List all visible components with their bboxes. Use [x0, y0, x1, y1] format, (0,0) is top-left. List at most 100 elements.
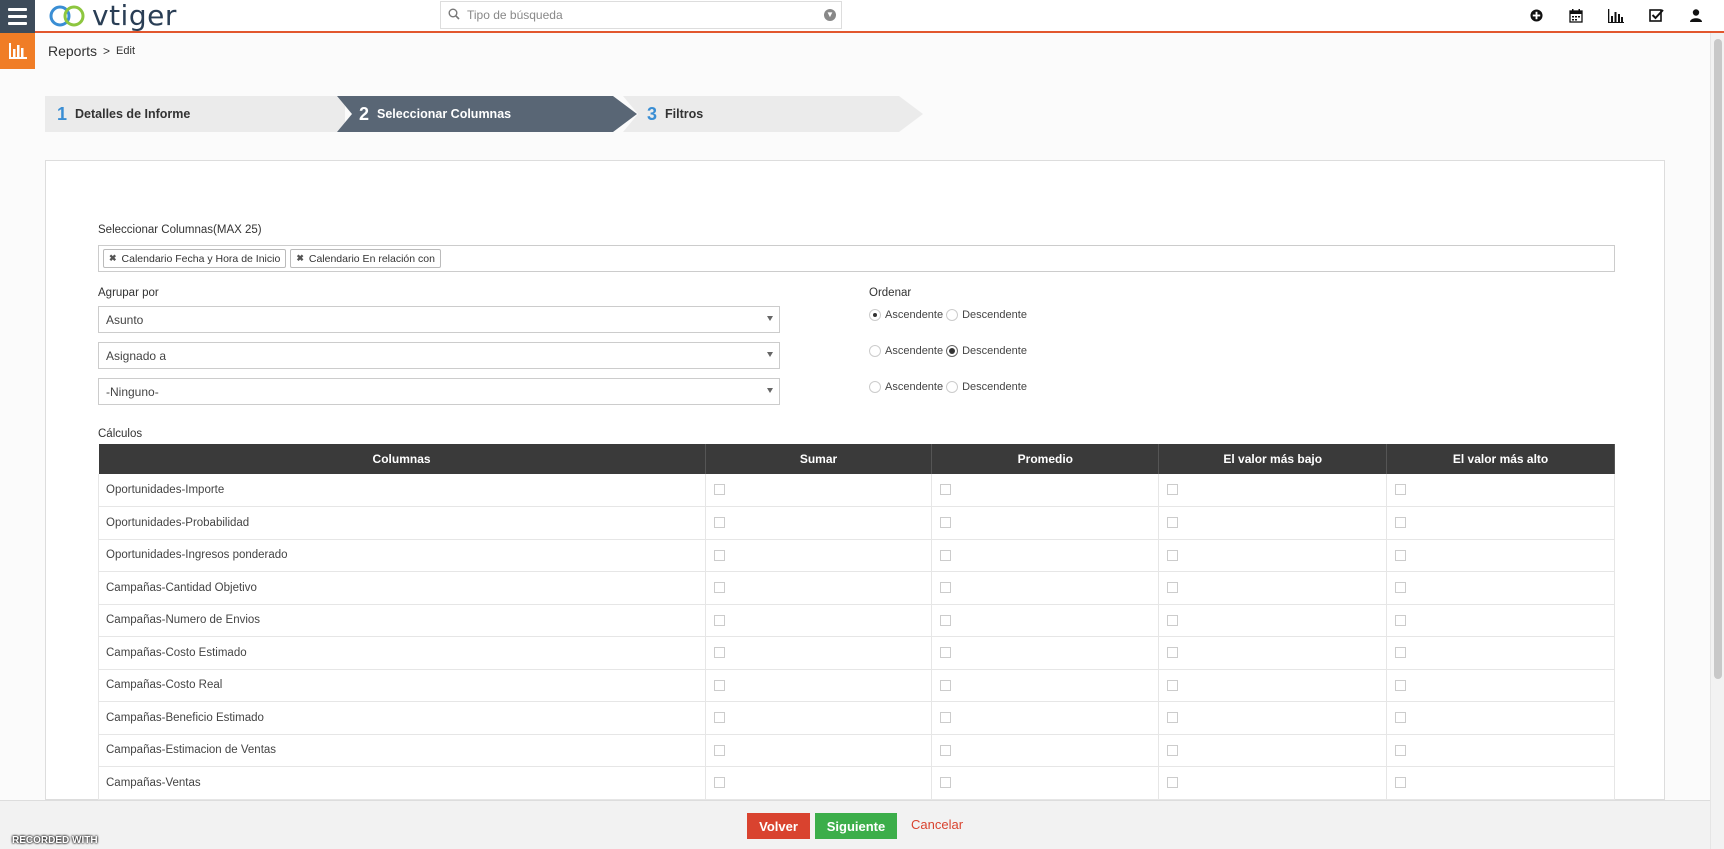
table-cell — [931, 766, 1160, 800]
table-cell — [1158, 539, 1388, 572]
average-checkbox[interactable] — [940, 712, 952, 724]
next-button[interactable]: Siguiente — [815, 813, 897, 839]
radio-descending[interactable] — [946, 381, 959, 393]
user-icon[interactable] — [1688, 8, 1704, 24]
calendar-icon[interactable] — [1568, 8, 1584, 24]
sum-checkbox[interactable] — [713, 712, 725, 724]
table-cell — [705, 474, 933, 507]
average-checkbox[interactable] — [940, 614, 952, 626]
global-search[interactable]: ▼ — [440, 1, 842, 29]
highest-value-checkbox[interactable] — [1395, 744, 1407, 756]
row-column-name: Campañas-Ventas — [98, 766, 706, 800]
radio-ascending[interactable] — [869, 309, 881, 321]
highest-value-checkbox[interactable] — [1395, 484, 1407, 496]
search-icon — [441, 8, 467, 23]
radio-descending[interactable] — [946, 309, 959, 321]
sum-checkbox[interactable] — [713, 777, 725, 789]
table-cell — [931, 539, 1160, 572]
row-column-name: Campañas-Numero de Envios — [98, 604, 706, 637]
highest-value-checkbox[interactable] — [1395, 679, 1407, 691]
lowest-value-checkbox[interactable] — [1167, 484, 1179, 496]
sum-checkbox[interactable] — [713, 647, 725, 659]
table-cell — [1158, 734, 1388, 767]
highest-value-checkbox[interactable] — [1395, 549, 1407, 561]
cancel-link[interactable]: Cancelar — [911, 817, 963, 832]
table-cell — [931, 571, 1160, 605]
chip-label: Calendario Fecha y Hora de Inicio — [121, 252, 281, 265]
average-checkbox[interactable] — [940, 777, 952, 789]
step-report-details[interactable]: 1 Detalles de Informe — [45, 96, 345, 132]
reports-module-icon[interactable] — [0, 33, 35, 69]
radio-ascending[interactable] — [869, 345, 881, 357]
highest-value-checkbox[interactable] — [1395, 712, 1407, 724]
sum-checkbox[interactable] — [713, 744, 725, 756]
average-checkbox[interactable] — [940, 517, 952, 529]
sum-checkbox[interactable] — [713, 517, 725, 529]
select-value: Asunto — [106, 312, 144, 327]
highest-value-checkbox[interactable] — [1395, 614, 1407, 626]
select-value: -Ninguno- — [106, 384, 159, 399]
highest-value-checkbox[interactable] — [1395, 582, 1407, 594]
highest-value-checkbox[interactable] — [1395, 647, 1407, 659]
average-checkbox[interactable] — [940, 647, 952, 659]
group-by-select-2[interactable]: Asignado a — [98, 342, 780, 369]
highest-value-checkbox[interactable] — [1395, 517, 1407, 529]
sum-checkbox[interactable] — [713, 484, 725, 496]
column-chip[interactable]: ✖ Calendario En relación con — [290, 249, 441, 268]
remove-chip-icon[interactable]: ✖ — [296, 253, 304, 264]
table-cell — [705, 669, 933, 702]
lowest-value-checkbox[interactable] — [1167, 582, 1179, 594]
table-cell — [1158, 474, 1388, 507]
scroll-thumb[interactable] — [1714, 39, 1722, 679]
search-input[interactable] — [467, 3, 819, 27]
lowest-value-checkbox[interactable] — [1167, 777, 1179, 789]
group-by-select-1[interactable]: Asunto — [98, 306, 780, 333]
column-header: El valor más bajo — [1158, 444, 1388, 474]
tasks-checkbox-icon[interactable] — [1648, 8, 1664, 24]
group-by-select-3[interactable]: -Ninguno- — [98, 378, 780, 405]
lowest-value-checkbox[interactable] — [1167, 549, 1179, 561]
column-header: El valor más alto — [1386, 444, 1615, 474]
quick-create-icon[interactable] — [1528, 8, 1544, 24]
lowest-value-checkbox[interactable] — [1167, 517, 1179, 529]
lowest-value-checkbox[interactable] — [1167, 744, 1179, 756]
table-row: Campañas-Ventas — [98, 766, 1615, 800]
logo[interactable]: vtiger — [48, 0, 177, 31]
hamburger-menu-icon[interactable] — [0, 0, 35, 33]
page-scrollbar[interactable] — [1710, 33, 1724, 849]
back-button[interactable]: Volver — [747, 813, 810, 839]
row-column-name: Campañas-Beneficio Estimado — [98, 701, 706, 735]
column-chip[interactable]: ✖ Calendario Fecha y Hora de Inicio — [103, 249, 287, 268]
lowest-value-checkbox[interactable] — [1167, 614, 1179, 626]
lowest-value-checkbox[interactable] — [1167, 647, 1179, 659]
highest-value-checkbox[interactable] — [1395, 777, 1407, 789]
average-checkbox[interactable] — [940, 744, 952, 756]
lowest-value-checkbox[interactable] — [1167, 679, 1179, 691]
table-row: Campañas-Beneficio Estimado — [98, 701, 1615, 735]
row-column-name: Campañas-Cantidad Objetivo — [98, 571, 706, 605]
columns-multiselect[interactable]: ✖ Calendario Fecha y Hora de Inicio ✖ Ca… — [98, 245, 1615, 272]
sum-checkbox[interactable] — [713, 549, 725, 561]
sum-checkbox[interactable] — [713, 614, 725, 626]
calculations-label: Cálculos — [98, 428, 143, 440]
step-select-columns[interactable]: 2 Seleccionar Columnas — [337, 96, 637, 132]
remove-chip-icon[interactable]: ✖ — [109, 253, 117, 264]
average-checkbox[interactable] — [940, 679, 952, 691]
sum-checkbox[interactable] — [713, 679, 725, 691]
row-column-name: Oportunidades-Probabilidad — [98, 506, 706, 540]
sum-checkbox[interactable] — [713, 582, 725, 594]
radio-ascending[interactable] — [869, 381, 881, 393]
table-cell — [705, 701, 933, 735]
reports-chart-icon[interactable] — [1608, 8, 1624, 24]
radio-label: Descendente — [962, 345, 1027, 357]
radio-descending[interactable] — [946, 345, 959, 357]
search-options-icon[interactable]: ▼ — [819, 9, 841, 21]
table-row: Campañas-Numero de Envios — [98, 604, 1615, 637]
breadcrumb-module[interactable]: Reports — [48, 43, 97, 59]
average-checkbox[interactable] — [940, 484, 952, 496]
lowest-value-checkbox[interactable] — [1167, 712, 1179, 724]
table-cell — [705, 766, 933, 800]
average-checkbox[interactable] — [940, 549, 952, 561]
average-checkbox[interactable] — [940, 582, 952, 594]
step-filters[interactable]: 3 Filtros — [623, 96, 923, 132]
